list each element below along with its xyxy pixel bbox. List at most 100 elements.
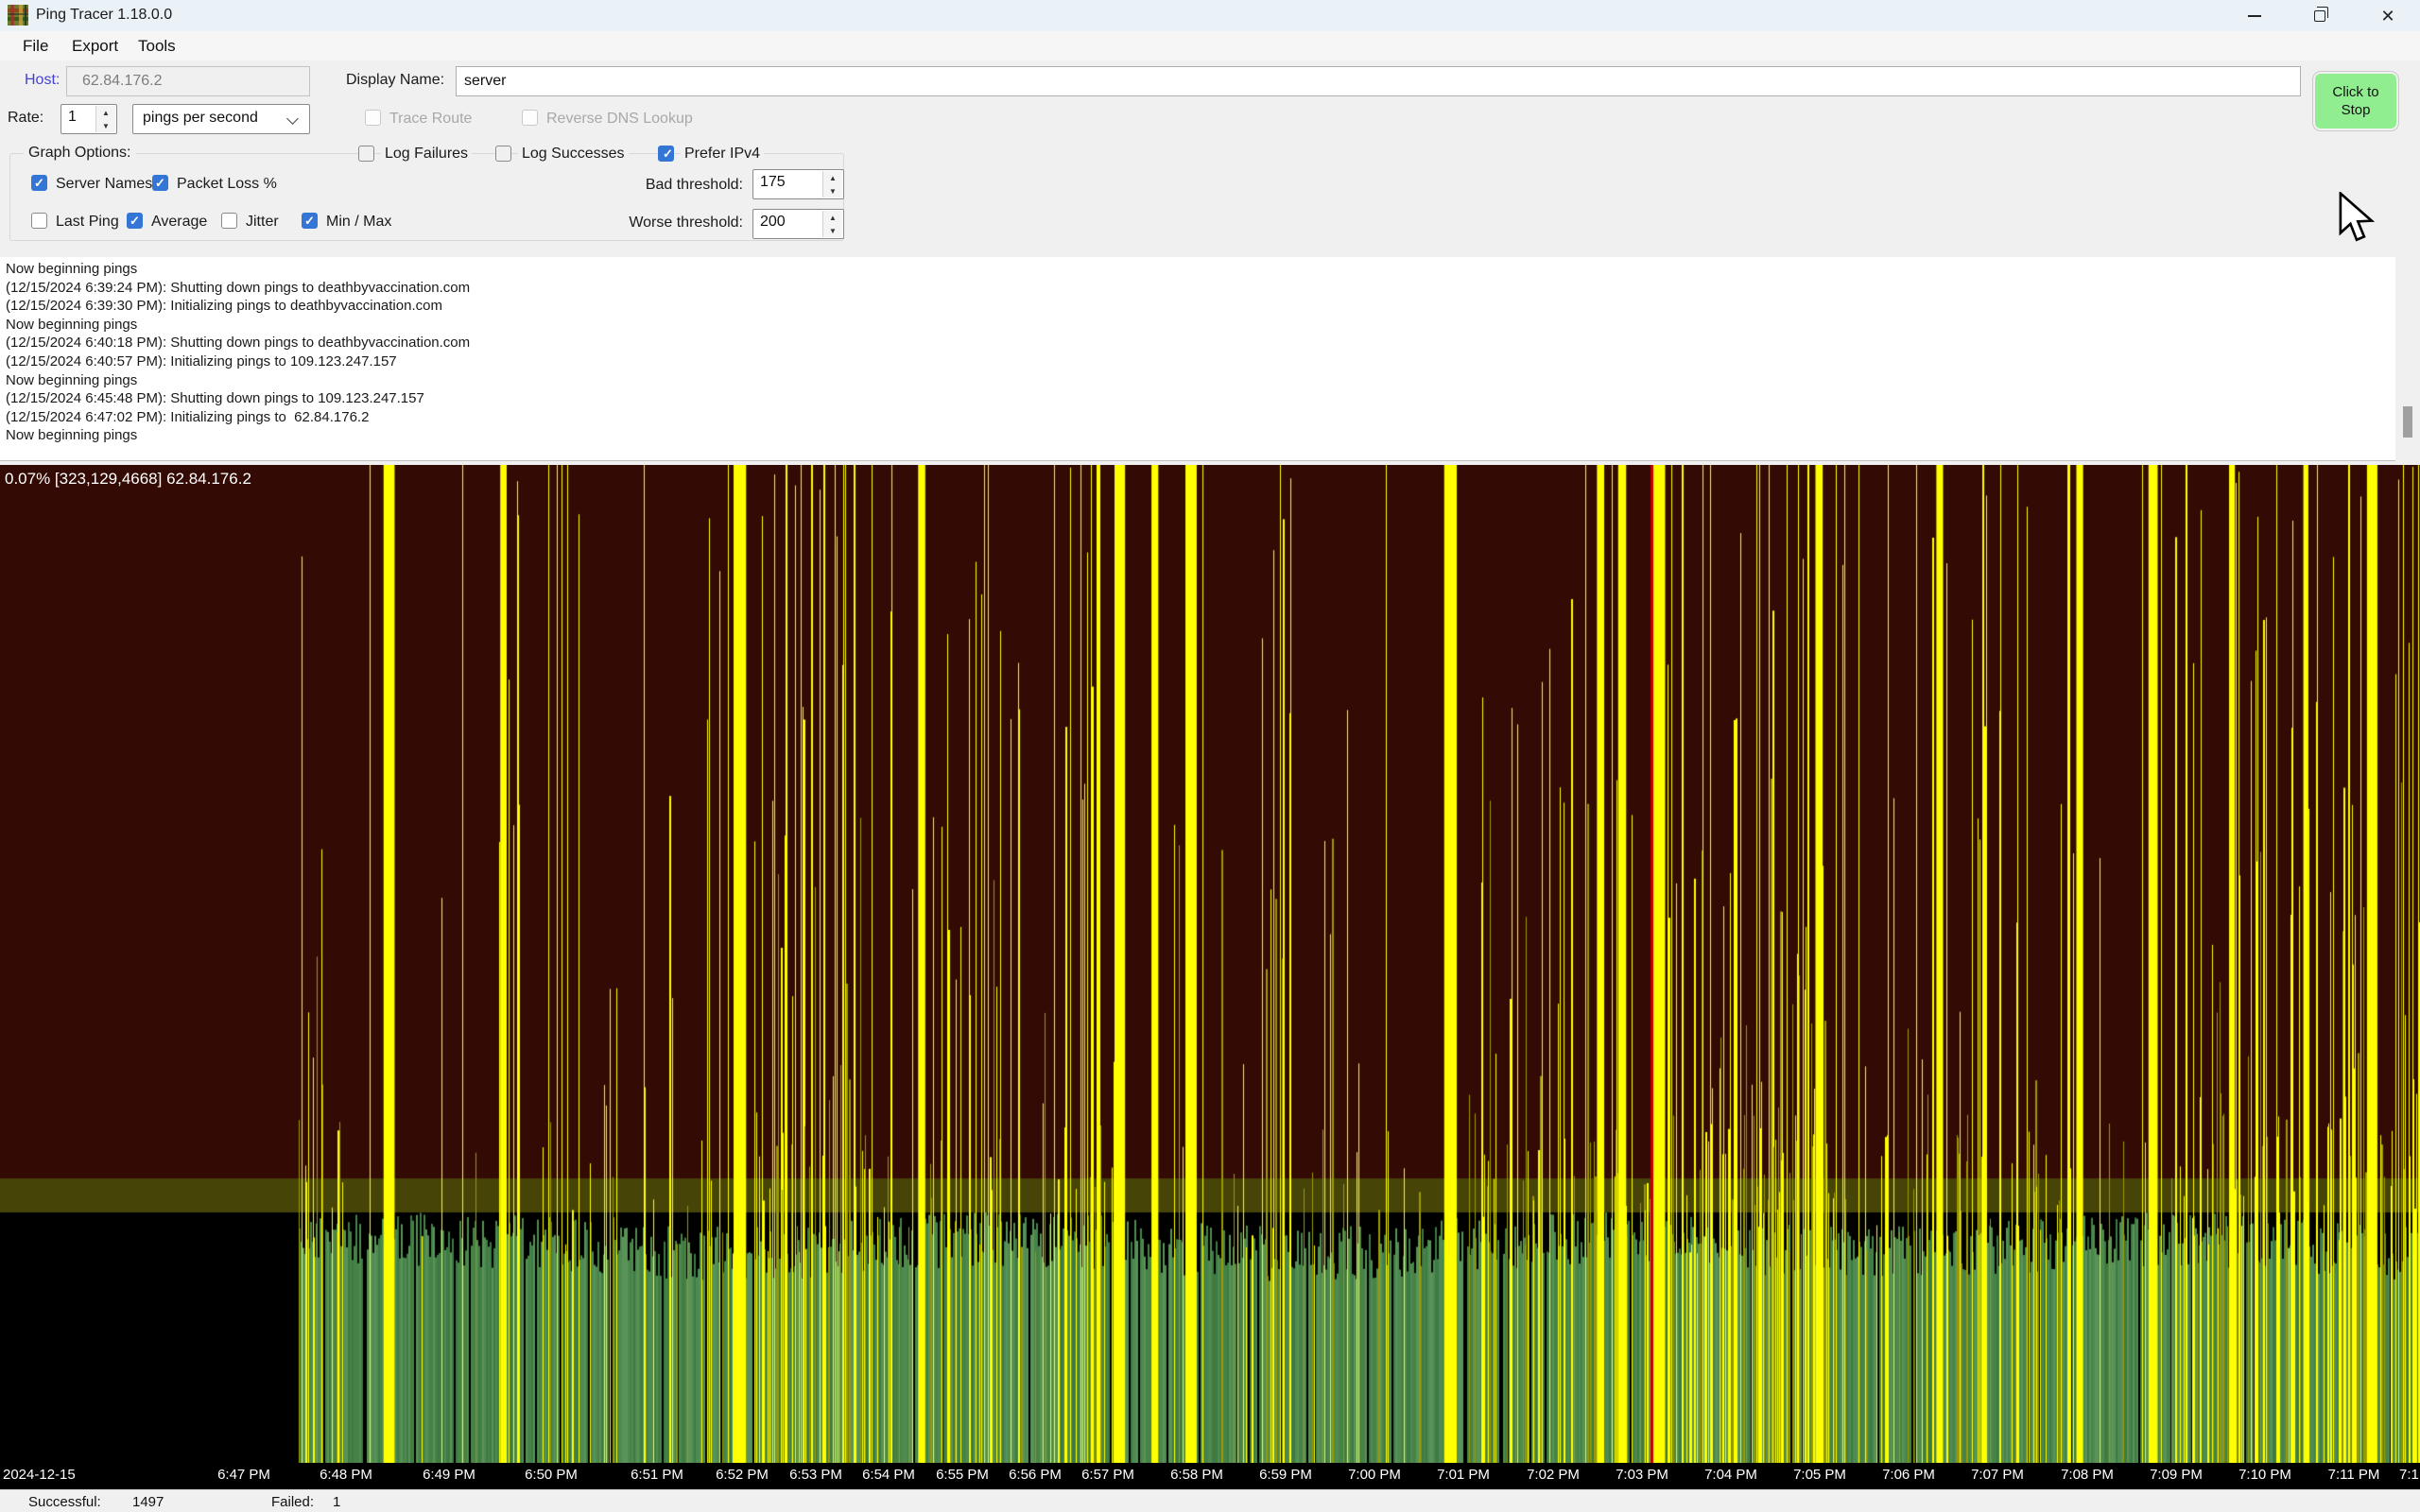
config-form: Host: 62.84.176.2 Display Name: server R… (0, 60, 2420, 257)
time-tick-label: 7:04 PM (1704, 1467, 1757, 1483)
average-label: Average (151, 214, 207, 231)
reverse-dns-checkbox[interactable]: ✓ (522, 110, 538, 126)
time-tick-label: 6:59 PM (1259, 1467, 1312, 1483)
menu-export[interactable]: Export (72, 37, 118, 56)
log-failures-label: Log Failures (381, 146, 472, 163)
window-title: Ping Tracer 1.18.0.0 (36, 7, 172, 24)
log-scrollbar-thumb[interactable] (2403, 406, 2412, 438)
time-tick-label: 7:1 (2399, 1467, 2419, 1483)
log-successes-checkbox[interactable]: ✓ (495, 146, 511, 162)
time-tick-label: 6:47 PM (217, 1467, 270, 1483)
time-tick-label: 7:01 PM (1437, 1467, 1490, 1483)
rate-spinner-buttons[interactable]: ▲▼ (95, 106, 115, 132)
time-tick-label: 6:51 PM (631, 1467, 683, 1483)
packet-loss-checkbox[interactable]: ✓ (152, 175, 168, 191)
restore-icon (2314, 10, 2325, 22)
log-scrollbar[interactable] (2395, 257, 2420, 461)
log-pane[interactable]: Now beginning pings(12/15/2024 6:39:24 P… (0, 257, 2420, 461)
time-tick-label: 6:57 PM (1081, 1467, 1134, 1483)
rate-stepper[interactable]: 1 ▲▼ (60, 104, 117, 134)
jitter-label: Jitter (246, 214, 279, 231)
worse-threshold-value: 200 (760, 214, 786, 231)
app-icon (8, 5, 28, 26)
restore-button[interactable] (2290, 0, 2350, 31)
statusbar: Successful: 1497 Failed: 1 (0, 1489, 2420, 1512)
successful-label: Successful: (28, 1494, 101, 1510)
spin-down-icon: ▼ (823, 224, 842, 237)
last-ping-label: Last Ping (56, 214, 119, 231)
mouse-cursor (2337, 192, 2378, 245)
rate-unit-dropdown[interactable]: pings per second (132, 104, 310, 134)
worse-threshold-spinner-buttons[interactable]: ▲▼ (822, 211, 842, 237)
worse-threshold-stepper[interactable]: 200 ▲▼ (752, 209, 844, 239)
ping-graph-canvas[interactable] (0, 465, 2420, 1463)
minimize-icon (2248, 15, 2261, 17)
server-names-label: Server Names (56, 176, 152, 193)
jitter-checkbox[interactable]: ✓ (221, 213, 237, 229)
rate-label: Rate: (8, 110, 43, 127)
time-tick-label: 6:58 PM (1170, 1467, 1223, 1483)
spin-down-icon: ▼ (823, 184, 842, 198)
packet-loss-label: Packet Loss % (177, 176, 277, 193)
graph-options-title: Graph Options: (24, 145, 136, 162)
server-stats-overlay: 0.07% [323,129,4668] 62.84.176.2 (5, 470, 251, 489)
bad-threshold-value: 175 (760, 174, 786, 191)
menu-tools[interactable]: Tools (138, 37, 176, 56)
bad-threshold-label: Bad threshold: (540, 177, 743, 194)
time-tick-label: 6:50 PM (525, 1467, 578, 1483)
minimize-button[interactable] (2224, 0, 2285, 31)
time-tick-label: 7:10 PM (2238, 1467, 2291, 1483)
titlebar: Ping Tracer 1.18.0.0 ✕ (0, 0, 2420, 31)
spin-up-icon: ▲ (823, 211, 842, 224)
prefer-ipv4-label: Prefer IPv4 (681, 146, 764, 163)
successful-value: 1497 (132, 1494, 164, 1510)
min-max-checkbox[interactable]: ✓ (302, 213, 318, 229)
last-ping-checkbox[interactable]: ✓ (31, 213, 47, 229)
time-tick-label: 6:55 PM (936, 1467, 989, 1483)
spin-up-icon: ▲ (96, 106, 115, 119)
average-checkbox[interactable]: ✓ (127, 213, 143, 229)
time-tick-label: 6:54 PM (862, 1467, 915, 1483)
time-tick-label: 7:09 PM (2150, 1467, 2203, 1483)
log-failures-checkbox[interactable]: ✓ (358, 146, 374, 162)
time-tick-label: 7:11 PM (2328, 1467, 2380, 1483)
host-input[interactable]: 62.84.176.2 (66, 66, 310, 96)
time-tick-label: 6:52 PM (716, 1467, 769, 1483)
worse-threshold-label: Worse threshold: (540, 215, 743, 232)
trace-route-checkbox[interactable]: ✓ (365, 110, 381, 126)
menubar: File Export Tools (0, 31, 2420, 60)
min-max-label: Min / Max (326, 214, 391, 231)
stop-button[interactable]: Click to Stop (2313, 72, 2398, 130)
failed-value: 1 (333, 1494, 340, 1510)
close-button[interactable]: ✕ (2358, 0, 2418, 31)
menu-file[interactable]: File (23, 37, 48, 56)
spin-down-icon: ▼ (96, 119, 115, 132)
bad-threshold-stepper[interactable]: 175 ▲▼ (752, 169, 844, 199)
display-name-input[interactable]: server (456, 66, 2301, 96)
close-icon: ✕ (2380, 8, 2394, 25)
prefer-ipv4-checkbox[interactable]: ✓ (658, 146, 674, 162)
time-tick-label: 7:00 PM (1348, 1467, 1401, 1483)
log-lines: Now beginning pings(12/15/2024 6:39:24 P… (6, 260, 470, 445)
time-tick-label: 7:02 PM (1527, 1467, 1580, 1483)
rate-value: 1 (68, 109, 77, 126)
time-tick-label: 6:48 PM (320, 1467, 372, 1483)
rate-unit-value: pings per second (143, 110, 258, 127)
time-tick-label: 7:03 PM (1616, 1467, 1668, 1483)
failed-label: Failed: (271, 1494, 314, 1510)
time-tick-label: 6:56 PM (1009, 1467, 1062, 1483)
time-tick-label: 6:53 PM (789, 1467, 842, 1483)
spin-up-icon: ▲ (823, 171, 842, 184)
time-tick-label: 7:08 PM (2061, 1467, 2114, 1483)
time-tick-label: 7:06 PM (1882, 1467, 1935, 1483)
ping-graph[interactable]: 0.07% [323,129,4668] 62.84.176.2 (0, 465, 2420, 1463)
date-label: 2024-12-15 (3, 1467, 76, 1483)
time-tick-label: 7:05 PM (1793, 1467, 1846, 1483)
reverse-dns-label: Reverse DNS Lookup (546, 111, 693, 128)
time-tick-label: 6:49 PM (423, 1467, 475, 1483)
time-tick-label: 7:07 PM (1971, 1467, 2024, 1483)
server-names-checkbox[interactable]: ✓ (31, 175, 47, 191)
graph-options-group: Graph Options: ✓ Log Failures ✓ Log Succ… (9, 153, 844, 241)
host-label: Host: (25, 72, 60, 89)
bad-threshold-spinner-buttons[interactable]: ▲▼ (822, 171, 842, 198)
